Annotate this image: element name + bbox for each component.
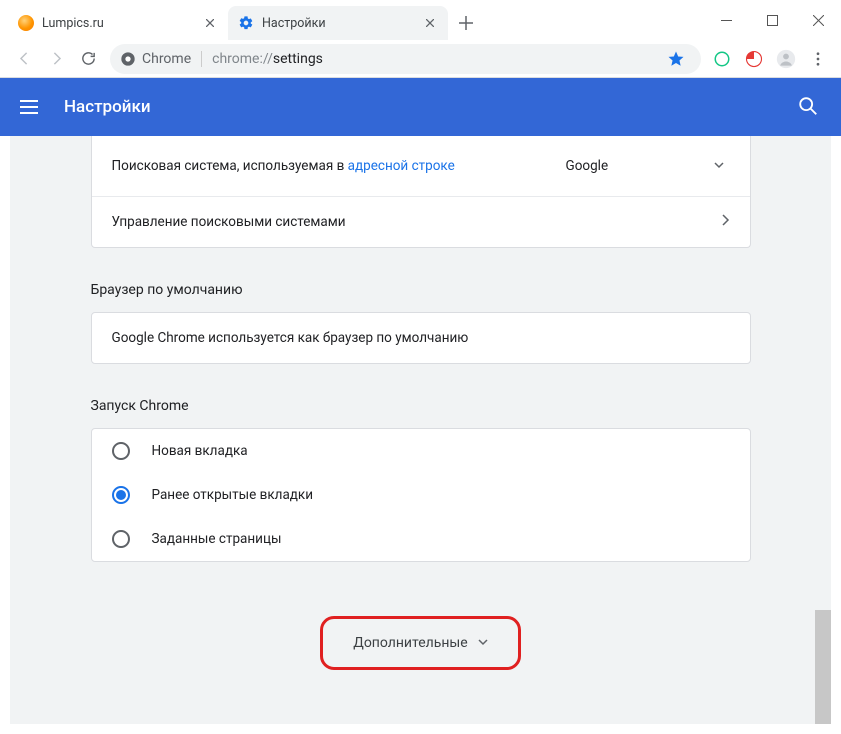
radio-label: Ранее открытые вкладки [152, 487, 314, 503]
startup-heading: Запуск Chrome [91, 388, 751, 428]
profile-avatar-icon[interactable] [771, 44, 801, 74]
startup-option-continue[interactable]: Ранее открытые вкладки [92, 473, 750, 517]
default-browser-row: Google Chrome используется как браузер п… [92, 313, 750, 363]
tab-lumpics[interactable]: Lumpics.ru [8, 6, 228, 40]
startup-card: Новая вкладка Ранее открытые вкладки Зад… [91, 428, 751, 562]
search-engine-value: Google [566, 158, 609, 174]
manage-search-engines-row[interactable]: Управление поисковыми системами [92, 197, 750, 247]
settings-header: Настройки [0, 78, 841, 136]
advanced-toggle-button[interactable]: Дополнительные [331, 625, 509, 661]
close-tab-icon[interactable] [202, 15, 218, 31]
chevron-down-icon [714, 158, 724, 174]
advanced-highlight: Дополнительные [320, 616, 520, 670]
window-minimize-button[interactable] [703, 4, 749, 36]
chevron-down-icon [478, 635, 488, 651]
bookmark-star-icon[interactable] [661, 44, 691, 74]
settings-content: Поисковая система, используемая в адресн… [91, 136, 751, 720]
radio-icon [112, 486, 130, 504]
omnibox-chip-text: Chrome [142, 51, 191, 67]
new-tab-button[interactable] [452, 9, 480, 37]
forward-button[interactable] [40, 43, 72, 75]
browser-toolbar: Chrome chrome://settings [0, 40, 841, 78]
tab-title: Настройки [262, 16, 422, 31]
default-browser-card: Google Chrome используется как браузер п… [91, 312, 751, 364]
extension-icon-1[interactable] [707, 44, 737, 74]
default-browser-text: Google Chrome используется как браузер п… [112, 330, 469, 346]
extension-icon-2[interactable] [739, 44, 769, 74]
radio-icon [112, 442, 130, 460]
omnibox-url: chrome://settings [212, 51, 323, 67]
chrome-icon [120, 51, 136, 67]
radio-icon [112, 530, 130, 548]
search-engine-row: Поисковая система, используемая в адресн… [92, 136, 750, 197]
tab-settings[interactable]: Настройки [228, 6, 448, 40]
tab-title: Lumpics.ru [42, 16, 202, 31]
startup-option-pages[interactable]: Заданные страницы [92, 517, 750, 561]
radio-label: Новая вкладка [152, 443, 248, 459]
reload-button[interactable] [72, 43, 104, 75]
search-engine-card: Поисковая система, используемая в адресн… [91, 136, 751, 248]
scrollbar-thumb[interactable] [815, 610, 831, 724]
search-engine-select[interactable]: Google [560, 150, 730, 182]
chrome-menu-button[interactable] [803, 44, 833, 74]
page-title: Настройки [64, 97, 797, 117]
search-icon[interactable] [797, 95, 821, 119]
back-button[interactable] [8, 43, 40, 75]
manage-search-label: Управление поисковыми системами [112, 214, 722, 230]
radio-label: Заданные страницы [152, 531, 282, 547]
window-close-button[interactable] [795, 4, 841, 36]
search-engine-label: Поисковая система, используемая в адресн… [112, 158, 560, 174]
address-bar-link[interactable]: адресной строке [348, 158, 455, 174]
close-tab-icon[interactable] [422, 15, 438, 31]
hamburger-menu-icon[interactable] [20, 95, 44, 119]
omnibox-chip: Chrome [120, 51, 202, 67]
default-browser-heading: Браузер по умолчанию [91, 272, 751, 312]
chevron-right-icon [722, 214, 730, 230]
startup-option-new-tab[interactable]: Новая вкладка [92, 429, 750, 473]
settings-favicon-icon [238, 15, 254, 31]
lumpics-favicon-icon [18, 15, 34, 31]
window-maximize-button[interactable] [749, 4, 795, 36]
advanced-label: Дополнительные [353, 635, 467, 651]
address-bar[interactable]: Chrome chrome://settings [110, 44, 701, 74]
